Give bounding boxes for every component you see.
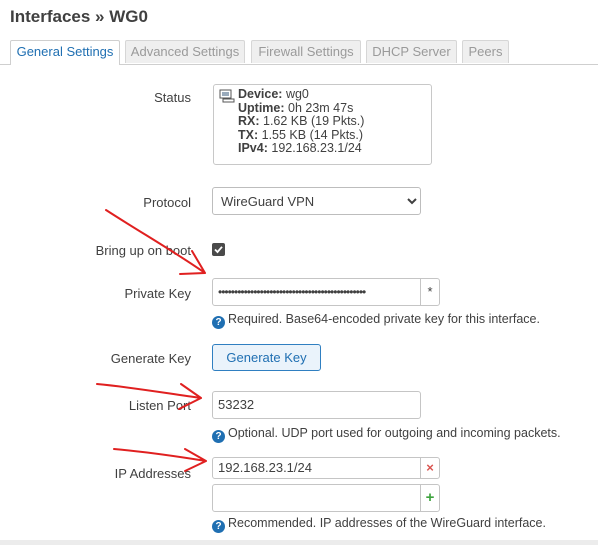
reveal-password-button[interactable]: * bbox=[420, 278, 440, 306]
tab-peers[interactable]: Peers bbox=[462, 40, 509, 63]
status-label: Status bbox=[154, 90, 191, 105]
generate-key-label: Generate Key bbox=[110, 351, 191, 366]
generate-key-button[interactable]: Generate Key bbox=[212, 344, 321, 371]
annotation-arrow-private-key bbox=[105, 209, 206, 275]
page-title: Interfaces » WG0 bbox=[10, 7, 148, 26]
ip-address-input[interactable]: 192.168.23.1/24 bbox=[212, 457, 421, 479]
status-device: Device: wg0 bbox=[238, 87, 309, 101]
remove-ip-button[interactable]: × bbox=[420, 457, 440, 479]
ip-addresses-hint: ? Recommended. IP addresses of the WireGu… bbox=[212, 516, 546, 533]
tab-firewall-settings[interactable]: Firewall Settings bbox=[251, 40, 361, 63]
bring-up-on-boot-label: Bring up on boot bbox=[95, 243, 191, 258]
status-tx: TX: 1.55 KB (14 Pkts.) bbox=[238, 127, 364, 142]
status-box: Device: wg0 Uptime: 0h 23m 47s RX: 1.62 … bbox=[213, 84, 432, 165]
protocol-select[interactable]: WireGuard VPN bbox=[212, 187, 421, 215]
bring-up-on-boot-checkbox[interactable] bbox=[212, 243, 225, 256]
help-icon: ? bbox=[212, 520, 225, 533]
tab-bar: General Settings Advanced Settings Firew… bbox=[0, 40, 598, 65]
checkmark-icon bbox=[214, 246, 223, 254]
listen-port-label: Listen Port bbox=[128, 398, 191, 413]
status-rx: RX: 1.62 KB (19 Pkts.) bbox=[238, 114, 365, 128]
tab-general-settings[interactable]: General Settings bbox=[10, 40, 120, 65]
listen-port-input[interactable]: 53232 bbox=[212, 391, 421, 419]
private-key-hint: ? Required. Base64-encoded private key fo… bbox=[212, 312, 540, 329]
listen-port-hint: ? Optional. UDP port used for outgoing an… bbox=[212, 426, 561, 443]
new-ip-address-input[interactable] bbox=[212, 484, 421, 512]
private-key-input[interactable]: ••••••••••••••••••••••••••••••••••••••••… bbox=[212, 278, 421, 306]
help-icon: ? bbox=[212, 430, 225, 443]
protocol-label: Protocol bbox=[143, 195, 191, 210]
status-ipv4: IPv4: 192.168.23.1/24 bbox=[238, 141, 362, 155]
status-uptime: Uptime: 0h 23m 47s bbox=[238, 100, 354, 115]
network-device-icon bbox=[219, 89, 235, 103]
tab-dhcp-server[interactable]: DHCP Server bbox=[366, 40, 457, 63]
help-icon: ? bbox=[212, 316, 225, 329]
ip-addresses-label: IP Addresses bbox=[114, 466, 191, 481]
private-key-label: Private Key bbox=[124, 286, 191, 301]
footer-bar bbox=[0, 540, 598, 545]
add-ip-button[interactable]: + bbox=[420, 484, 440, 512]
tab-advanced-settings[interactable]: Advanced Settings bbox=[125, 40, 245, 63]
